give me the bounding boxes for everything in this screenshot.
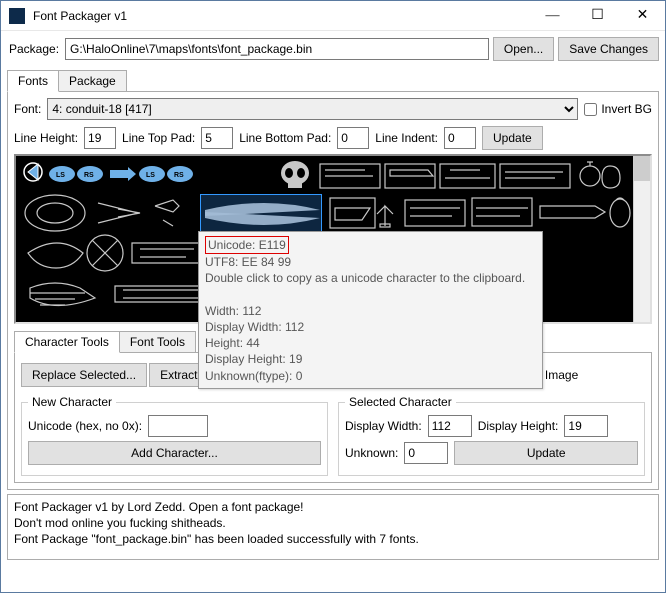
package-row: Package: Open... Save Changes: [1, 31, 665, 65]
line-top-pad-label: Line Top Pad:: [122, 131, 195, 145]
svg-text:LS: LS: [146, 172, 155, 179]
package-label: Package:: [9, 42, 59, 56]
sel-dh-input[interactable]: [564, 415, 608, 437]
tooltip-unicode: Unicode: E119: [205, 236, 289, 254]
line-top-pad-input[interactable]: [201, 127, 233, 149]
selected-character-fieldset: Selected Character Display Width: Displa…: [338, 395, 645, 476]
tooltip-height: Height: 44: [205, 336, 260, 350]
svg-text:RS: RS: [84, 172, 94, 179]
maximize-button[interactable]: ☐: [575, 1, 620, 30]
metrics-row: Line Height: Line Top Pad: Line Bottom P…: [14, 126, 652, 150]
log-line: Font Packager v1 by Lord Zedd. Open a fo…: [14, 499, 652, 515]
svg-text:LS: LS: [56, 172, 65, 179]
open-button[interactable]: Open...: [493, 37, 554, 61]
svg-text:RS: RS: [174, 172, 184, 179]
new-character-fieldset: New Character Unicode (hex, no 0x): Add …: [21, 395, 328, 476]
line-indent-label: Line Indent:: [375, 131, 438, 145]
tooltip-width: Width: 112: [205, 304, 261, 318]
tooltip-disp-height: Display Height: 19: [205, 352, 302, 366]
tab-package[interactable]: Package: [58, 70, 127, 92]
glyph-scrollbar[interactable]: [633, 156, 650, 322]
tab-char-tools[interactable]: Character Tools: [14, 331, 120, 353]
invert-bg-checkbox[interactable]: [584, 103, 597, 116]
app-icon: [9, 8, 25, 24]
line-height-label: Line Height:: [14, 131, 78, 145]
font-select-row: Font: 4: conduit-18 [417] Invert BG: [14, 98, 652, 120]
sel-unk-input[interactable]: [404, 442, 448, 464]
line-bottom-pad-label: Line Bottom Pad:: [239, 131, 331, 145]
glyph-selected[interactable]: [200, 194, 322, 236]
font-select[interactable]: 4: conduit-18 [417]: [47, 98, 578, 120]
scrollbar-thumb[interactable]: [634, 156, 650, 181]
log-line: Don't mod online you fucking shitheads.: [14, 515, 652, 531]
glyph-tooltip: Unicode: E119 UTF8: EE 84 99 Double clic…: [198, 231, 543, 389]
window-title: Font Packager v1: [33, 9, 530, 23]
sel-update-button[interactable]: Update: [454, 441, 638, 465]
log-line: Font Package "font_package.bin" has been…: [14, 531, 652, 547]
font-label: Font:: [14, 102, 41, 116]
new-unicode-label: Unicode (hex, no 0x):: [28, 419, 142, 433]
new-character-legend: New Character: [28, 395, 116, 409]
line-indent-input[interactable]: [444, 127, 476, 149]
add-character-button[interactable]: Add Character...: [28, 441, 321, 465]
titlebar: Font Packager v1 — ☐ ✕: [1, 1, 665, 31]
sel-dh-label: Display Height:: [478, 419, 559, 433]
line-bottom-pad-input[interactable]: [337, 127, 369, 149]
tooltip-disp-width: Display Width: 112: [205, 320, 304, 334]
tooltip-unknown: Unknown(ftype): 0: [205, 369, 302, 383]
line-height-input[interactable]: [84, 127, 116, 149]
save-changes-button[interactable]: Save Changes: [558, 37, 659, 61]
close-button[interactable]: ✕: [620, 1, 665, 30]
invert-bg-check[interactable]: Invert BG: [584, 102, 652, 116]
metrics-update-button[interactable]: Update: [482, 126, 543, 150]
tooltip-hint: Double click to copy as a unicode charac…: [205, 271, 525, 285]
minimize-button[interactable]: —: [530, 1, 575, 30]
package-path-input[interactable]: [65, 38, 489, 60]
replace-selected-button[interactable]: Replace Selected...: [21, 363, 147, 387]
tab-font-tools[interactable]: Font Tools: [119, 331, 196, 353]
selected-character-legend: Selected Character: [345, 395, 456, 409]
sel-dw-input[interactable]: [428, 415, 472, 437]
tooltip-utf8: UTF8: EE 84 99: [205, 255, 291, 269]
sel-dw-label: Display Width:: [345, 419, 422, 433]
new-unicode-input[interactable]: [148, 415, 208, 437]
sel-unk-label: Unknown:: [345, 446, 398, 460]
tab-fonts[interactable]: Fonts: [7, 70, 59, 92]
log-panel[interactable]: Font Packager v1 by Lord Zedd. Open a fo…: [7, 494, 659, 560]
